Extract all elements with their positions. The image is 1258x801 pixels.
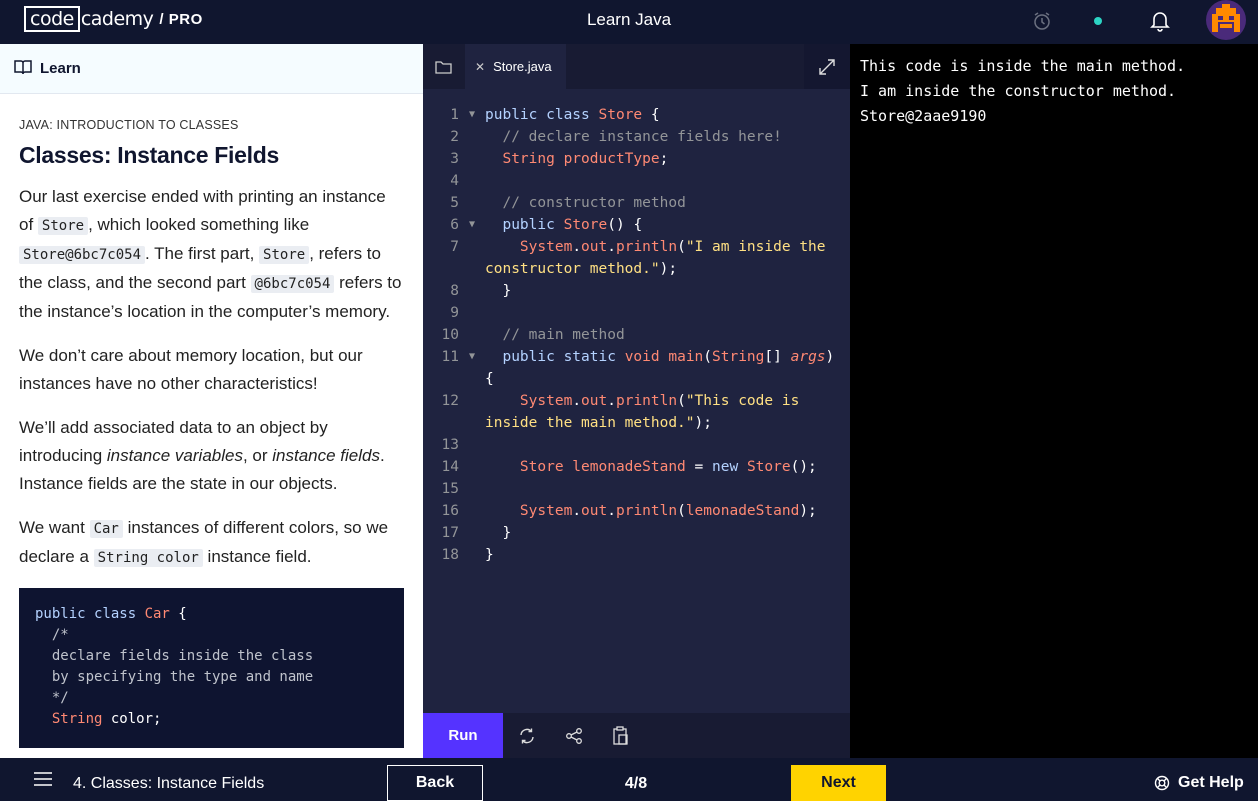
top-bar: code cademy / PRO Learn Java [0,0,1258,44]
code-line: 11 ▼ public static void main(String[] arg… [441,349,843,387]
code-line: 7 System.out.println("I am inside the co… [450,239,835,277]
code-line: 2 // declare instance fields here! [450,129,782,145]
code-line: 4 [450,173,459,189]
inline-code: Store [259,246,310,264]
code-line: 17 } [441,525,512,541]
help-lifebuoy-icon [1154,775,1170,791]
current-lesson-label[interactable]: 4. Classes: Instance Fields [73,775,264,793]
notifications-bell-icon[interactable] [1147,8,1173,34]
get-help-label: Get Help [1178,774,1244,791]
inline-code: Store [37,217,89,235]
expand-editor-button[interactable] [804,44,850,89]
inline-code: Store@6bc7c054 [19,246,146,264]
get-help-button[interactable]: Get Help [1154,774,1244,792]
hamburger-menu-icon[interactable] [34,772,52,791]
code-line: 13 [441,437,459,453]
lesson-code-example: public class Car { /* declare fields ins… [19,588,404,748]
console-line: Store@2aae9190 [860,107,987,125]
code-line: 15 [441,481,459,497]
run-button[interactable]: Run [423,713,503,758]
code-line: 1 ▼ public class Store { [450,107,660,123]
code-line: 10 // main method [441,327,625,343]
reset-code-icon[interactable] [503,713,550,758]
editor-tab-bar: ✕ Store.java [423,44,850,89]
lesson-content[interactable]: JAVA: INTRODUCTION TO CLASSES Classes: I… [0,94,423,758]
lesson-breadcrumb: JAVA: INTRODUCTION TO CLASSES [19,118,239,132]
share-icon[interactable] [550,713,597,758]
inline-code: @6bc7c054 [250,275,335,293]
next-button[interactable]: Next [791,765,886,801]
code-line: 8 } [450,283,512,299]
lesson-paragraph-3: We’ll add associated data to an object b… [19,418,385,493]
code-line: 3 String productType; [450,151,669,167]
back-button[interactable]: Back [387,765,483,801]
tab-store-java[interactable]: ✕ Store.java [465,44,566,89]
lesson-paragraph-4: We want Car instances of different color… [19,518,389,567]
output-console: This code is inside the main method. I a… [850,44,1258,758]
console-line: This code is inside the main method. [860,57,1186,75]
code-editor-panel: ✕ Store.java 1 ▼ public class Store { 2 //… [423,44,850,758]
learn-panel-header: Learn [0,44,423,94]
page-title: Learn Java [586,10,672,29]
code-line: 6 ▼ public Store() { [450,217,643,233]
code-area[interactable]: 1 ▼ public class Store { 2 // declare inst… [423,104,850,566]
code-line: 5 // constructor method [450,195,686,211]
folder-icon [435,60,452,74]
code-line: 16 System.out.println(lemonadeStand); [441,503,817,519]
user-avatar[interactable] [1206,0,1246,40]
lesson-heading: Classes: Instance Fields [19,142,279,168]
code-line: 18} [441,547,494,563]
code-line: 12 System.out.println("This code is insi… [441,393,809,431]
status-dot-icon [1085,8,1111,34]
bottom-bar: 4. Classes: Instance Fields Back 4/8 Nex… [0,758,1258,801]
lesson-paragraph-2: We don’t care about memory location, but… [19,346,363,393]
code-line: 14 Store lemonadeStand = new Store(); [441,459,817,475]
book-icon [14,59,32,79]
learn-tab-label: Learn [40,60,81,77]
close-tab-icon[interactable]: ✕ [475,60,485,74]
inline-code: String color [93,549,203,567]
lesson-paragraph-1: Our last exercise ended with printing an… [19,187,402,321]
console-line: I am inside the constructor method. [860,82,1177,100]
copy-clipboard-icon[interactable] [597,713,644,758]
editor-toolbar: Run [423,713,850,758]
file-browser-button[interactable] [423,44,465,89]
inline-code: Car [89,520,123,538]
tab-label: Store.java [493,59,552,74]
expand-icon [819,58,835,75]
lesson-progress: 4/8 [624,775,648,792]
alarm-clock-icon[interactable] [1029,8,1055,34]
code-line: 9 [450,305,459,321]
